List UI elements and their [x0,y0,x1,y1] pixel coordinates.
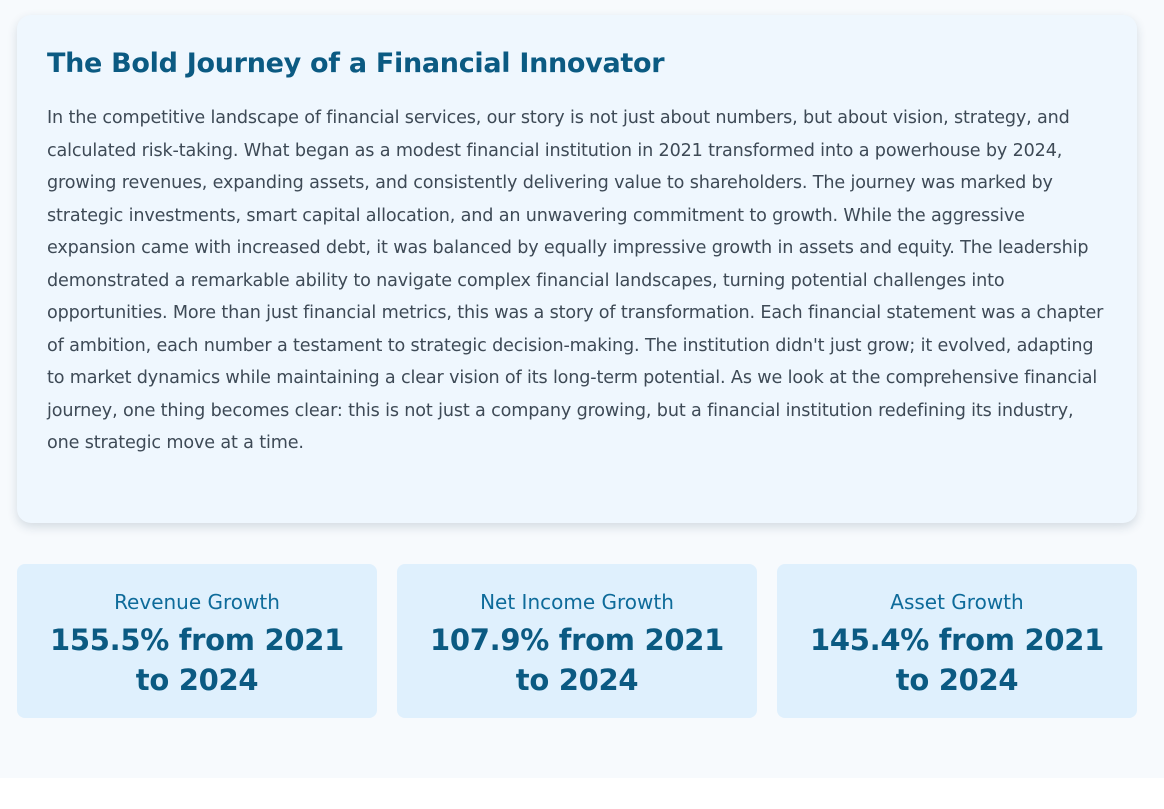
stat-card-asset-growth: Asset Growth 145.4% from 2021 to 2024 [777,564,1137,718]
stat-label: Net Income Growth [480,590,674,614]
story-card: The Bold Journey of a Financial Innovato… [17,15,1137,523]
stat-value: 155.5% from 2021 to 2024 [50,623,344,697]
stat-label: Revenue Growth [114,590,280,614]
story-title: The Bold Journey of a Financial Innovato… [47,48,665,79]
stat-value: 107.9% from 2021 to 2024 [430,623,724,697]
stat-value: 145.4% from 2021 to 2024 [810,623,1104,697]
stat-label: Asset Growth [890,590,1024,614]
story-body: In the competitive landscape of financia… [47,108,1104,453]
stat-card-net-income-growth: Net Income Growth 107.9% from 2021 to 20… [397,564,757,718]
stat-card-revenue-growth: Revenue Growth 155.5% from 2021 to 2024 [17,564,377,718]
stats-row: Revenue Growth 155.5% from 2021 to 2024 … [17,564,1137,718]
